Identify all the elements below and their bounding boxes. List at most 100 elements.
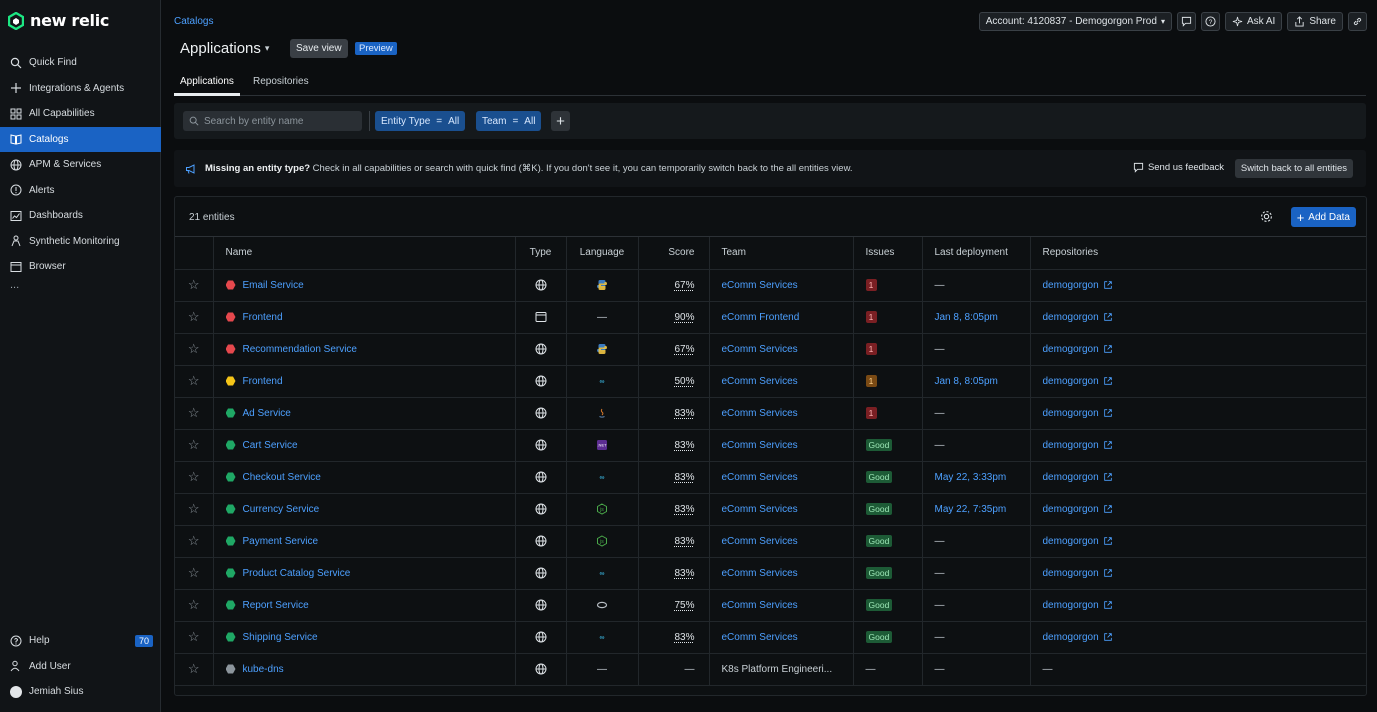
sidebar-item-user-profile[interactable]: Jemiah Sius — [0, 679, 161, 705]
gear-icon[interactable] — [1260, 210, 1273, 223]
share-button[interactable]: Share — [1287, 12, 1343, 31]
sidebar-item-dashboards[interactable]: Dashboards — [0, 203, 161, 229]
entity-name-link[interactable]: Ad Service — [243, 408, 291, 419]
ask-ai-button[interactable]: Ask AI — [1224, 12, 1283, 31]
issue-count-badge[interactable]: 1 — [865, 407, 877, 419]
save-view-button[interactable]: Save view — [290, 39, 348, 58]
repo-link[interactable]: demogorgon — [1043, 472, 1367, 483]
sidebar-item-add-user[interactable]: Add User — [0, 654, 161, 680]
repo-link[interactable]: demogorgon — [1043, 440, 1367, 451]
sidebar-more[interactable]: ... — [0, 279, 161, 294]
team-link[interactable]: eComm Services — [722, 344, 798, 355]
favorite-star-icon[interactable]: ☆ — [175, 653, 214, 686]
repo-link[interactable]: demogorgon — [1043, 344, 1367, 355]
favorite-star-icon[interactable]: ☆ — [175, 557, 214, 590]
repo-link[interactable]: demogorgon — [1043, 376, 1367, 387]
column-header-team[interactable]: Team — [709, 237, 854, 270]
favorite-star-icon[interactable]: ☆ — [175, 493, 214, 526]
issue-count-badge[interactable]: 1 — [865, 375, 877, 387]
score-value[interactable]: 50% — [674, 376, 694, 387]
entity-name-link[interactable]: Checkout Service — [243, 472, 321, 483]
score-value[interactable]: 90% — [674, 312, 694, 323]
column-header-type[interactable]: Type — [515, 237, 567, 270]
search-input[interactable] — [204, 115, 354, 127]
team-link[interactable]: eComm Services — [722, 568, 798, 579]
column-header-last-deployment[interactable]: Last deployment — [922, 237, 1031, 270]
entity-name-link[interactable]: Frontend — [243, 312, 283, 323]
score-value[interactable]: 83% — [674, 568, 694, 579]
table-row[interactable]: ☆ kube-dns — — K8s Platform Engineeri... — — — — [175, 653, 1366, 686]
favorite-star-icon[interactable]: ☆ — [175, 269, 214, 302]
logo[interactable]: new relic — [8, 11, 109, 30]
repo-link[interactable]: demogorgon — [1043, 536, 1367, 547]
favorite-star-icon[interactable]: ☆ — [175, 301, 214, 334]
entity-name-link[interactable]: Currency Service — [243, 504, 320, 515]
feedback-button[interactable] — [1176, 12, 1196, 31]
favorite-star-icon[interactable]: ☆ — [175, 365, 214, 398]
team-link[interactable]: eComm Services — [722, 472, 798, 483]
sidebar-item-apm[interactable]: APM & Services — [0, 152, 161, 178]
table-row[interactable]: ☆ Recommendation Service 67% eComm Services… — [175, 333, 1367, 366]
sidebar-item-all-capabilities[interactable]: All Capabilities — [0, 101, 161, 127]
tab-repositories[interactable]: Repositories — [253, 76, 309, 87]
score-value[interactable]: 67% — [674, 280, 694, 291]
sidebar-item-synthetic[interactable]: Synthetic Monitoring — [0, 229, 161, 255]
score-value[interactable]: 67% — [674, 344, 694, 355]
table-row[interactable]: ☆ Ad Service 83% eComm Services 1 — demogorgon — [175, 397, 1367, 430]
sidebar-item-integrations[interactable]: Integrations & Agents — [0, 76, 161, 102]
sidebar-item-help[interactable]: Help 70 — [0, 628, 161, 654]
repo-link[interactable]: demogorgon — [1043, 408, 1367, 419]
column-header-issues[interactable]: Issues — [853, 237, 923, 270]
score-value[interactable]: 83% — [674, 408, 694, 419]
score-value[interactable]: 83% — [674, 440, 694, 451]
team-link[interactable]: eComm Services — [722, 632, 798, 643]
sidebar-item-browser[interactable]: Browser — [0, 254, 161, 280]
last-deployment[interactable]: Jan 8, 8:05pm — [935, 376, 998, 387]
team-link[interactable]: K8s Platform Engineeri... — [722, 664, 833, 675]
team-link[interactable]: eComm Services — [722, 280, 798, 291]
last-deployment[interactable]: May 22, 7:35pm — [935, 504, 1007, 515]
table-row[interactable]: ☆ Report Service 75% eComm Services Good — dem… — [175, 589, 1367, 622]
favorite-star-icon[interactable]: ☆ — [175, 621, 214, 654]
table-row[interactable]: ☆ Checkout Service ∞ 83% eComm Services Good M… — [175, 461, 1367, 494]
entity-name-link[interactable]: Frontend — [243, 376, 283, 387]
score-value[interactable]: 83% — [674, 504, 694, 515]
entity-name-link[interactable]: Product Catalog Service — [243, 568, 351, 579]
table-row[interactable]: ☆ Payment Service js 83% eComm Services Good —… — [175, 525, 1367, 558]
team-link[interactable]: eComm Frontend — [722, 312, 800, 323]
favorite-star-icon[interactable]: ☆ — [175, 429, 214, 462]
entity-name-link[interactable]: Cart Service — [243, 440, 298, 451]
score-value[interactable]: 75% — [674, 600, 694, 611]
repo-link[interactable]: demogorgon — [1043, 568, 1367, 579]
sidebar-item-catalogs[interactable]: Catalogs — [0, 126, 161, 152]
add-data-button[interactable]: + Add Data — [1290, 207, 1356, 227]
score-value[interactable]: 83% — [674, 536, 694, 547]
help-button[interactable]: ? — [1200, 12, 1220, 31]
add-filter-button[interactable]: + — [551, 111, 570, 131]
entity-name-link[interactable]: Email Service — [243, 280, 304, 291]
column-header-score[interactable]: Score — [638, 237, 710, 270]
account-selector[interactable]: Account: 4120837 - Demogorgon Prod ▾ — [978, 12, 1172, 31]
table-row[interactable]: ☆ Cart Service .NET 83% eComm Services Good — d… — [175, 429, 1367, 462]
search-field[interactable] — [183, 111, 362, 131]
table-row[interactable]: ☆ Frontend — 90% eComm Frontend 1 Jan 8, 8:05p… — [175, 301, 1367, 334]
table-row[interactable]: ☆ Email Service 67% eComm Services 1 — demogor… — [175, 269, 1366, 302]
score-value[interactable]: 83% — [674, 632, 694, 643]
table-row[interactable]: ☆ Frontend ∞ 50% eComm Services 1 Jan 8, 8:05p… — [175, 365, 1367, 398]
send-feedback-button[interactable]: Send us feedback — [1133, 162, 1224, 173]
table-row[interactable]: ☆ Product Catalog Service ∞ 83% eComm Servic… — [175, 557, 1367, 590]
tab-applications[interactable]: Applications — [180, 76, 234, 87]
filter-chip-team[interactable]: Team = All — [476, 111, 542, 131]
last-deployment[interactable]: Jan 8, 8:05pm — [935, 312, 998, 323]
repo-link[interactable]: demogorgon — [1043, 312, 1367, 323]
team-link[interactable]: eComm Services — [722, 408, 798, 419]
entity-name-link[interactable]: Payment Service — [243, 536, 319, 547]
repo-link[interactable]: demogorgon — [1043, 600, 1367, 611]
favorite-star-icon[interactable]: ☆ — [175, 525, 214, 558]
team-link[interactable]: eComm Services — [722, 536, 798, 547]
last-deployment[interactable]: May 22, 3:33pm — [935, 472, 1007, 483]
sidebar-item-quick-find[interactable]: Quick Find — [0, 50, 161, 76]
copy-link-button[interactable] — [1348, 12, 1367, 31]
issue-count-badge[interactable]: 1 — [865, 279, 877, 291]
team-link[interactable]: eComm Services — [722, 376, 798, 387]
